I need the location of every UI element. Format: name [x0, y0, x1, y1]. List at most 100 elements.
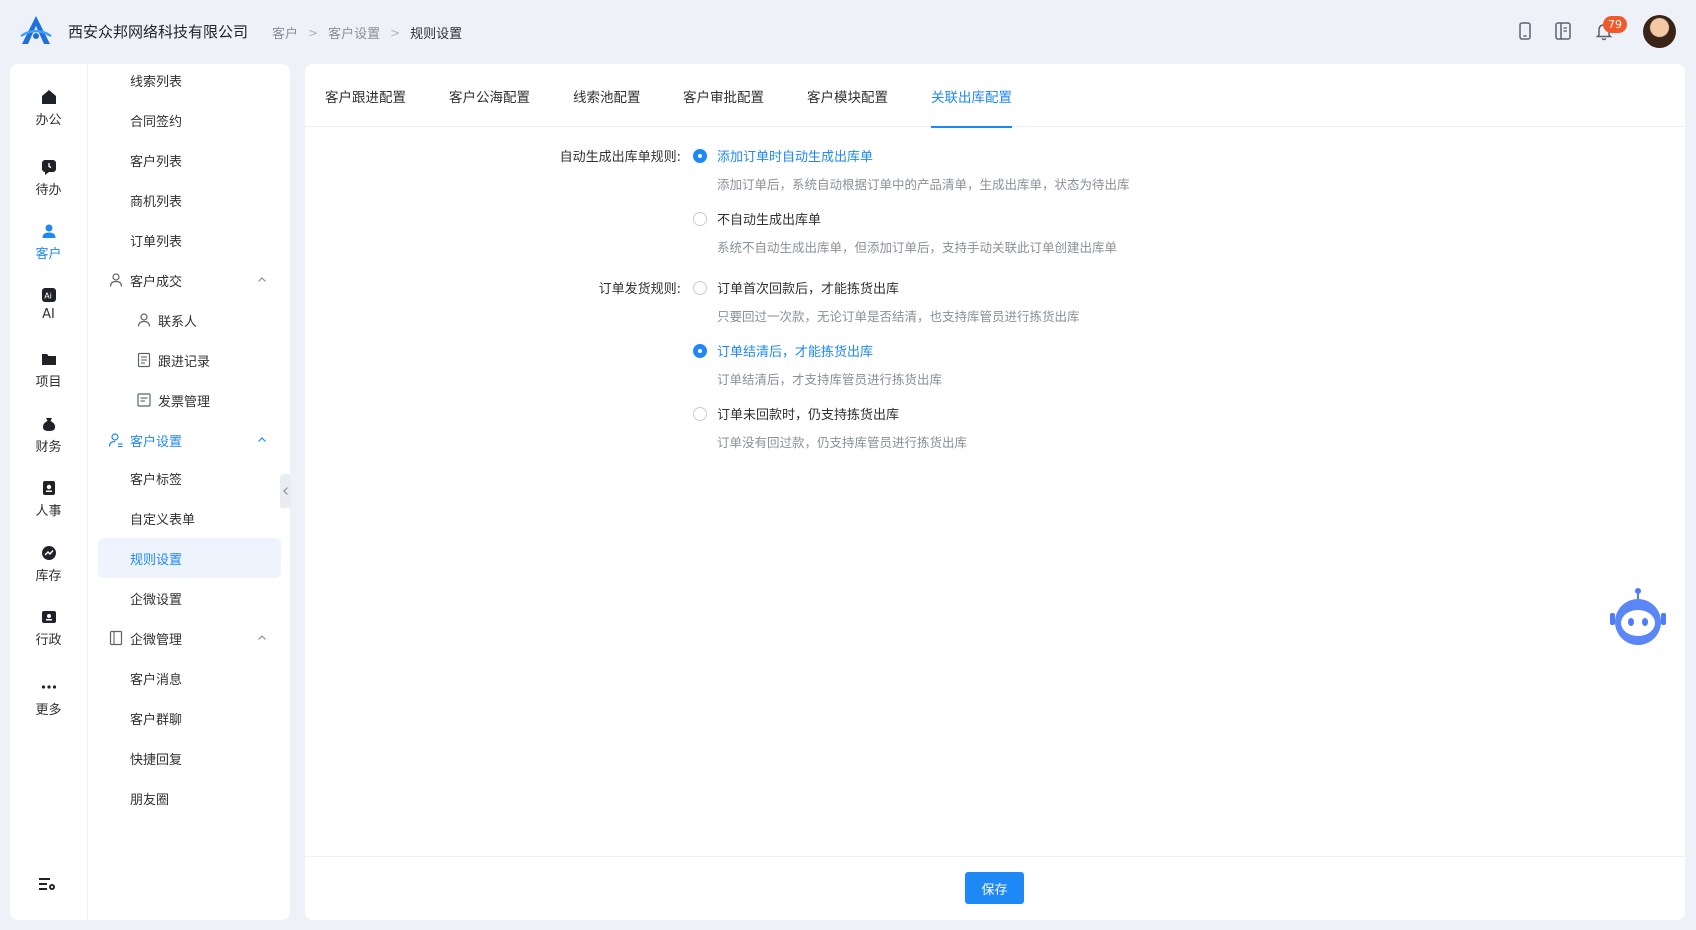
menu-item-customer-list[interactable]: 客户列表: [98, 140, 281, 180]
menu-item-orders[interactable]: 订单列表: [98, 220, 281, 260]
menu-item-customer-messages[interactable]: 客户消息: [98, 658, 281, 698]
menu-item-label: 朋友圈: [130, 792, 170, 808]
menu-item-label: 自定义表单: [130, 512, 196, 528]
rail-item-label: 项目: [35, 375, 62, 390]
radio-label: 订单首次回款后，才能拣货出库: [717, 282, 900, 297]
rail-item-project[interactable]: 项目: [10, 350, 87, 406]
radio-fully-paid[interactable]: 订单结清后，才能拣货出库: [693, 341, 873, 360]
sub-menu: 线索列表 合同签约 客户列表 商机列表 订单列表 客户成交 联系人 跟进记录 发…: [87, 64, 290, 920]
menu-item-label: 企微设置: [130, 592, 183, 608]
breadcrumb-separator-icon: >: [308, 25, 319, 40]
radio-no-auto-generate[interactable]: 不自动生成出库单: [693, 209, 821, 228]
radio-label: 添加订单时自动生成出库单: [717, 150, 874, 165]
menu-item-followups[interactable]: 跟进记录: [98, 340, 281, 380]
radio-unpaid-allowed[interactable]: 订单未回款时，仍支持拣货出库: [693, 404, 899, 423]
menu-item-contacts[interactable]: 联系人: [98, 300, 281, 340]
menu-group-customer-deals[interactable]: 客户成交: [98, 260, 281, 300]
menu-item-contracts[interactable]: 合同签约: [98, 100, 281, 140]
footer-divider: [305, 856, 1685, 857]
person-icon: [137, 313, 151, 327]
breadcrumb-current: 规则设置: [410, 27, 463, 42]
radio-hint: 只要回过一次款，无论订单是否结清，也支持库管员进行拣货出库: [717, 309, 1080, 324]
tab-approval-config[interactable]: 客户审批配置: [683, 64, 764, 127]
ai-icon: Ai: [41, 288, 56, 302]
menu-item-label: 客户列表: [130, 154, 183, 170]
rail-item-more[interactable]: 更多: [10, 678, 87, 734]
breadcrumb-item[interactable]: 客户: [272, 23, 298, 42]
menu-group-wecom-management[interactable]: 企微管理: [98, 618, 281, 658]
todo-icon: [41, 160, 56, 175]
radio-first-payment[interactable]: 订单首次回款后，才能拣货出库: [693, 278, 899, 297]
folder-icon: [41, 354, 56, 365]
menu-item-customer-groups[interactable]: 客户群聊: [98, 698, 281, 738]
radio-checked-icon: [693, 148, 707, 163]
menu-item-label: 发票管理: [158, 394, 211, 410]
menu-item-wecom-settings[interactable]: 企微设置: [98, 578, 281, 618]
top-header: 西安众邦网络科技有限公司 客户 > 客户设置 > 规则设置 79: [0, 0, 1696, 62]
menu-item-label: 商机列表: [130, 194, 183, 210]
menu-item-label: 客户标签: [130, 472, 183, 488]
rail-item-office[interactable]: 办公: [10, 88, 87, 144]
rail-item-label: 办公: [35, 113, 62, 128]
company-logo[interactable]: [18, 14, 54, 48]
book-icon[interactable]: [1553, 21, 1573, 41]
more-icon: [41, 685, 56, 689]
rail-item-finance[interactable]: 财务: [10, 415, 87, 471]
menu-item-label: 合同签约: [130, 114, 183, 130]
rail-item-customer[interactable]: 客户: [10, 222, 87, 278]
rail-item-ai[interactable]: Ai AI: [10, 286, 87, 342]
save-button[interactable]: 保存: [965, 872, 1024, 904]
menu-item-moments[interactable]: 朋友圈: [98, 778, 281, 818]
radio-unchecked-icon: [693, 406, 707, 421]
menu-item-leads[interactable]: 线索列表: [98, 60, 281, 100]
rail-item-label: 库存: [35, 569, 62, 584]
menu-item-invoices[interactable]: 发票管理: [98, 380, 281, 420]
menu-item-opportunities[interactable]: 商机列表: [98, 180, 281, 220]
menu-item-rule-settings[interactable]: 规则设置: [98, 538, 281, 578]
menu-group-customer-settings[interactable]: 客户设置: [98, 420, 281, 460]
radio-auto-generate[interactable]: 添加订单时自动生成出库单: [693, 146, 873, 165]
rail-item-label: 财务: [35, 440, 62, 455]
chevron-up-icon: [258, 277, 266, 282]
chevron-left-icon: [282, 487, 288, 495]
svg-text:Ai: Ai: [44, 292, 52, 301]
menu-item-label: 联系人: [158, 314, 198, 330]
radio-label: 订单未回款时，仍支持拣货出库: [717, 408, 900, 423]
menu-item-quick-replies[interactable]: 快捷回复: [98, 738, 281, 778]
tab-lead-pool-config[interactable]: 线索池配置: [573, 64, 641, 127]
menu-item-custom-forms[interactable]: 自定义表单: [98, 498, 281, 538]
breadcrumb-item[interactable]: 客户设置: [328, 23, 380, 42]
config-tabs: 客户跟进配置 客户公海配置 线索池配置 客户审批配置 客户模块配置 关联出库配置: [305, 64, 1685, 128]
rail-item-label: 行政: [35, 633, 62, 648]
menu-group-label: 客户成交: [130, 274, 183, 290]
rail-item-inventory[interactable]: 库存: [10, 544, 87, 600]
chevron-up-icon: [258, 437, 266, 442]
menu-item-label: 线索列表: [130, 74, 183, 90]
phone-icon[interactable]: [1515, 21, 1535, 41]
tab-follow-up-config[interactable]: 客户跟进配置: [325, 64, 406, 127]
rail-item-todo[interactable]: 待办: [10, 158, 87, 214]
menu-item-label: 客户群聊: [130, 712, 183, 728]
radio-checked-icon: [693, 343, 707, 358]
settings-list-icon[interactable]: [38, 876, 56, 892]
money-bag-icon: [42, 418, 55, 431]
main-panel: 客户跟进配置 客户公海配置 线索池配置 客户审批配置 客户模块配置 关联出库配置…: [305, 64, 1685, 920]
rail-item-label: 人事: [35, 504, 62, 519]
breadcrumb: 客户 > 客户设置 > 规则设置: [272, 23, 463, 43]
invoice-icon: [137, 393, 151, 407]
tab-public-pool-config[interactable]: 客户公海配置: [449, 64, 530, 127]
notification-badge: 79: [1603, 16, 1627, 33]
avatar[interactable]: [1643, 15, 1676, 48]
rail-item-admin[interactable]: 行政: [10, 608, 87, 664]
tab-outbound-config[interactable]: 关联出库配置: [931, 64, 1012, 128]
menu-item-customer-tags[interactable]: 客户标签: [98, 458, 281, 498]
rail-item-label: AI: [42, 307, 55, 322]
rail-item-hr[interactable]: 人事: [10, 479, 87, 535]
user-settings-icon: [108, 433, 123, 448]
tab-module-config[interactable]: 客户模块配置: [807, 64, 888, 127]
sidebar-collapse-button[interactable]: [280, 474, 291, 508]
menu-group-label: 企微管理: [130, 632, 183, 648]
breadcrumb-separator-icon: >: [390, 25, 401, 40]
radio-hint: 订单结清后，才支持库管员进行拣货出库: [717, 372, 943, 387]
robot-assistant-icon[interactable]: [1605, 585, 1671, 651]
